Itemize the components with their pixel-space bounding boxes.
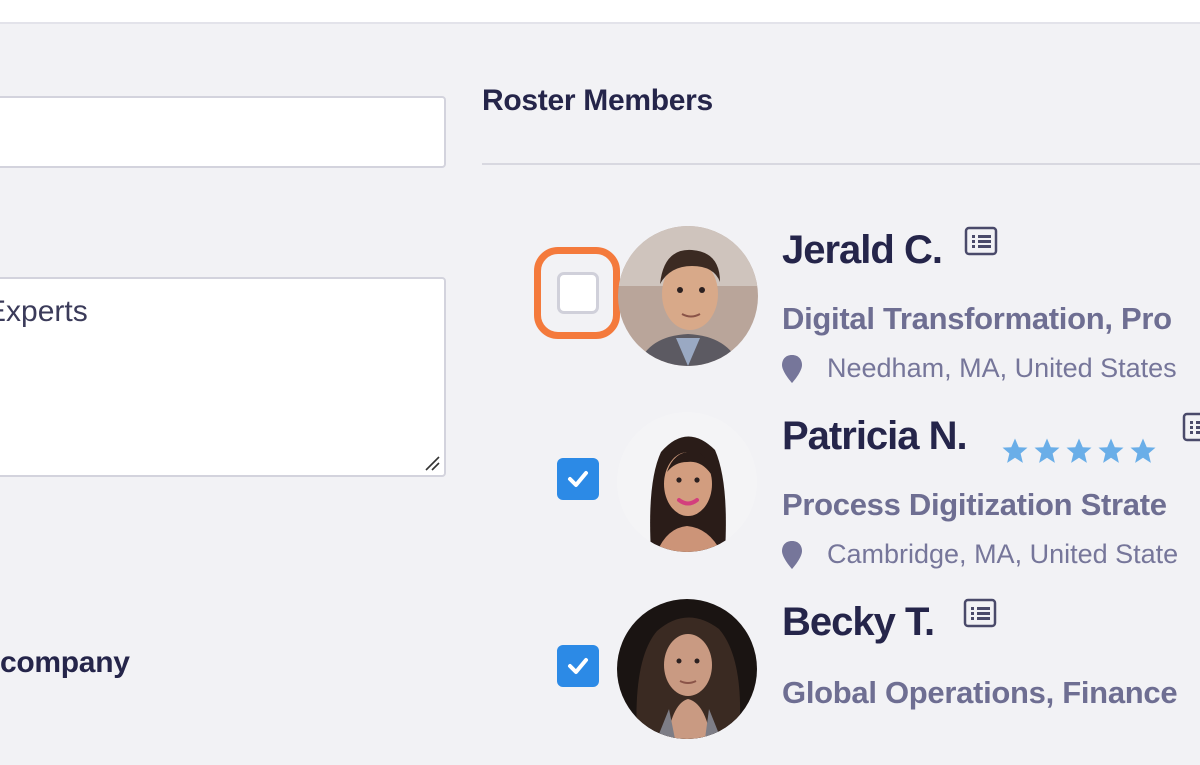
roster-title: Roster Members	[482, 84, 713, 117]
list-card-icon[interactable]	[1182, 412, 1200, 442]
member-select-checkbox[interactable]	[557, 458, 599, 500]
roster-member: Jerald C. Digital Transformation, Pro Ne…	[0, 220, 1200, 390]
roster-member: Becky T. Global Operations, Finance	[0, 596, 1200, 765]
member-name[interactable]: Patricia N.	[782, 414, 968, 459]
list-card-icon[interactable]	[963, 598, 997, 628]
member-title: Digital Transformation, Pro	[782, 301, 1172, 336]
rating-stars	[1000, 436, 1158, 466]
member-location: Needham, MA, United States	[827, 353, 1177, 383]
roster-divider	[482, 163, 1200, 165]
top-bar	[0, 0, 1200, 24]
member-location: Cambridge, MA, United State	[827, 539, 1179, 569]
list-card-icon[interactable]	[964, 226, 998, 256]
avatar	[618, 226, 758, 366]
avatar	[617, 412, 757, 552]
text-input[interactable]	[0, 96, 446, 168]
member-select-checkbox[interactable]	[557, 645, 599, 687]
member-select-checkbox[interactable]	[557, 272, 599, 314]
member-title: Global Operations, Finance	[782, 675, 1178, 710]
star-icon	[1130, 438, 1156, 463]
roster-member: Patricia N. Process Digitization Strate …	[0, 410, 1200, 580]
map-pin-icon	[782, 355, 802, 383]
map-pin-icon	[782, 541, 802, 569]
checkmark-icon	[568, 658, 588, 674]
star-icon	[1098, 438, 1124, 463]
avatar	[617, 599, 757, 739]
star-icon	[1066, 438, 1092, 463]
star-icon	[1002, 438, 1028, 463]
checkmark-icon	[568, 471, 588, 487]
member-name[interactable]: Jerald C.	[782, 228, 943, 273]
star-icon	[1034, 438, 1060, 463]
member-title: Process Digitization Strate	[782, 487, 1167, 522]
member-name[interactable]: Becky T.	[782, 600, 935, 645]
